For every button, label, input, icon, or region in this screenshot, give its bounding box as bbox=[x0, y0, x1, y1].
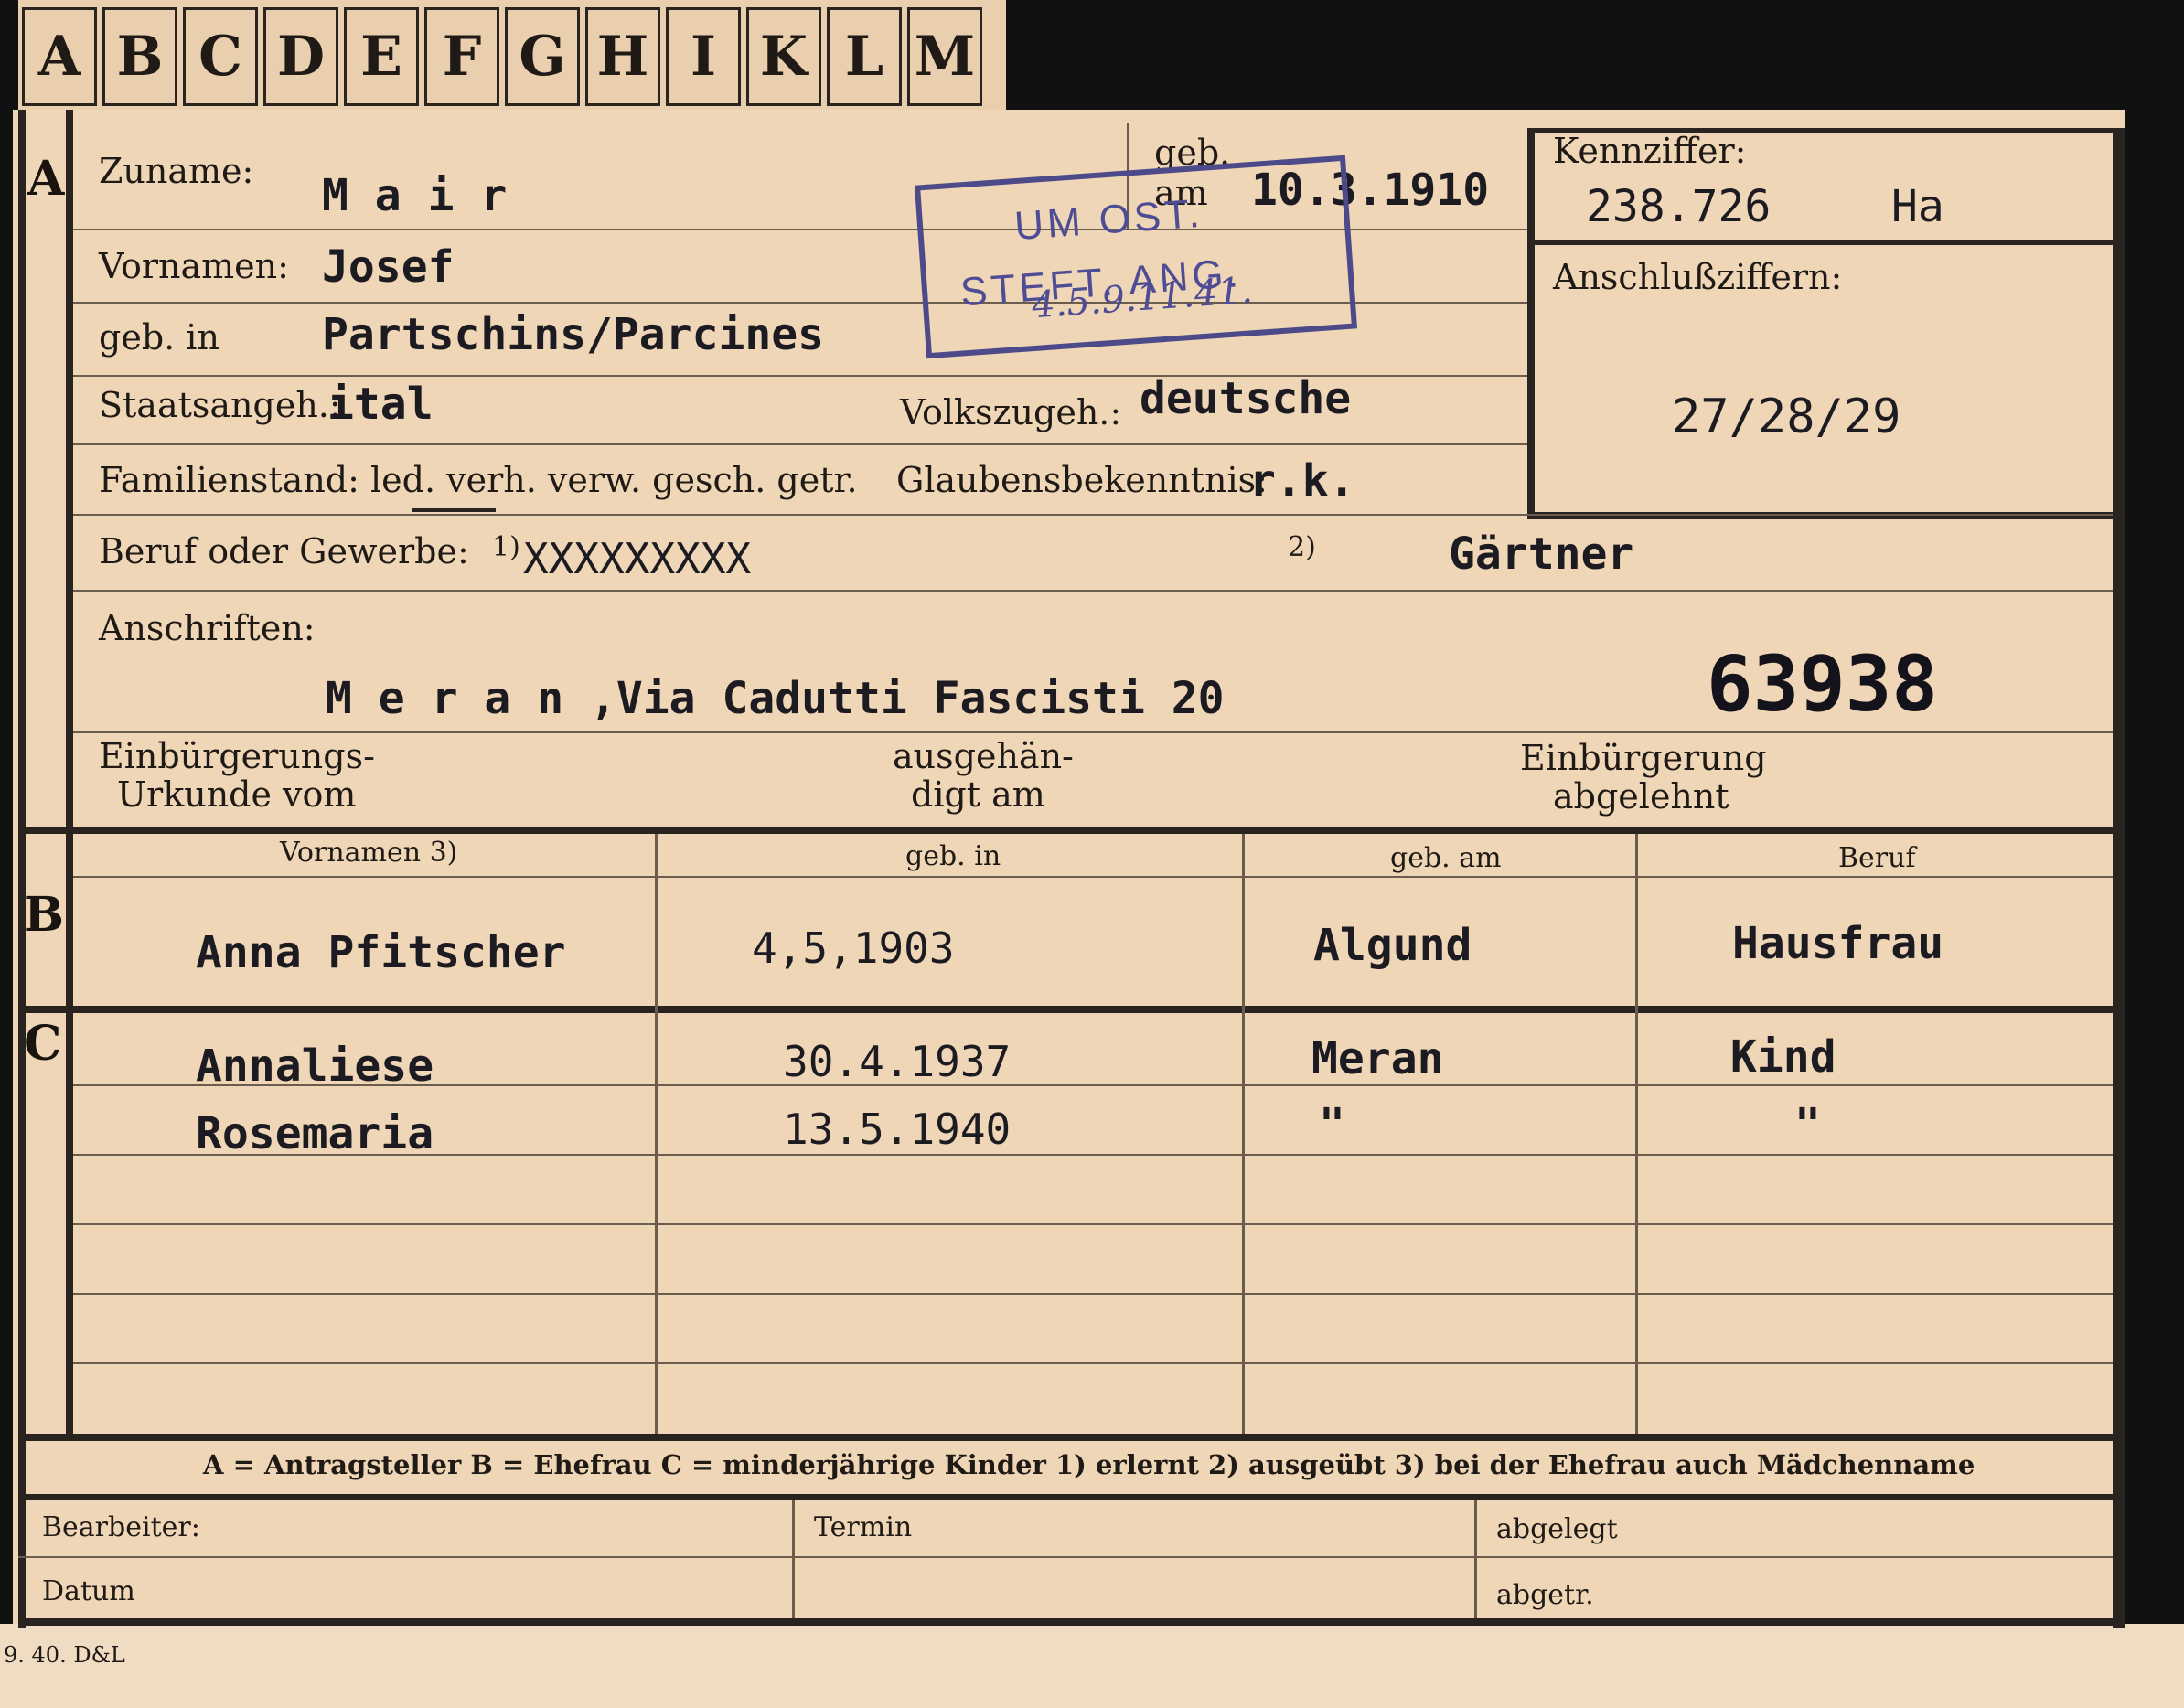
beruf-label: Beruf oder Gewerbe: bbox=[99, 531, 469, 571]
section-b-top bbox=[18, 827, 2113, 834]
familienstand-label: Familienstand: led. verh. verw. gesch. g… bbox=[99, 460, 858, 500]
col-div-2 bbox=[1242, 834, 1245, 1434]
footer-col-2 bbox=[1474, 1500, 1477, 1618]
staatsangeh-value: ital bbox=[327, 379, 434, 430]
row-rule-3 bbox=[73, 1223, 2113, 1225]
child-beruf: Kind bbox=[1730, 1031, 1836, 1083]
print-mark: 9. 40. D&L bbox=[4, 1642, 125, 1668]
header-rule bbox=[73, 876, 2113, 878]
row-rule-4 bbox=[73, 1293, 2113, 1295]
stamp-line-1: UM OST. bbox=[1012, 190, 1205, 250]
glauben-value: r.k. bbox=[1249, 455, 1355, 507]
table-bottom bbox=[18, 1434, 2113, 1441]
einb-abgelehnt-label-1: Einbürgerung bbox=[1520, 738, 1767, 778]
geb-in-label: geb. in bbox=[99, 317, 219, 358]
ausgehaen-label-1: ausgehän- bbox=[893, 736, 1074, 776]
col-div-1 bbox=[655, 834, 658, 1434]
tab-m: M bbox=[907, 7, 982, 106]
rule-a7 bbox=[73, 731, 2113, 733]
right-border bbox=[2113, 128, 2125, 1628]
legend: A = Antragsteller B = Ehefrau C = minder… bbox=[203, 1449, 1975, 1480]
col-header-beruf: Beruf bbox=[1838, 842, 1916, 874]
geb-in-value: Partschins/Parcines bbox=[322, 309, 825, 360]
tab-l: L bbox=[827, 7, 902, 106]
einb-urkunde-label-1: Einbürgerungs- bbox=[99, 736, 375, 776]
anschriften-label: Anschriften: bbox=[99, 608, 316, 648]
rule-a4 bbox=[73, 443, 1527, 445]
rule-a5 bbox=[73, 514, 2113, 516]
wife-name: Anna Pfitscher bbox=[196, 927, 566, 978]
tab-k: K bbox=[746, 7, 821, 106]
termin-label: Termin bbox=[814, 1511, 913, 1543]
child-beruf: " bbox=[1794, 1099, 1821, 1150]
col-header-geb-am: geb. am bbox=[1390, 842, 1502, 874]
ausgehaen-label-2: digt am bbox=[911, 774, 1045, 815]
section-marker-b: B bbox=[24, 887, 64, 943]
left-border bbox=[18, 110, 26, 1628]
volkszugeh-label: Volkszugeh.: bbox=[900, 392, 1122, 432]
footnote-1: 1) bbox=[492, 531, 520, 563]
wife-date: 4,5,1903 bbox=[752, 923, 955, 973]
kennziffer-label: Kennziffer: bbox=[1553, 131, 1747, 171]
anschluss-label: Anschlußziffern: bbox=[1553, 257, 1843, 297]
familienstand-underline-verh bbox=[412, 508, 496, 512]
einb-abgelehnt-label-2: abgelehnt bbox=[1553, 776, 1729, 817]
abgetr-label: abgetr. bbox=[1496, 1579, 1594, 1611]
beruf-value: Gärtner bbox=[1449, 528, 1634, 580]
footer-col-1 bbox=[792, 1500, 795, 1618]
tab-f: F bbox=[424, 7, 499, 106]
kennziffer-value: 238.726 bbox=[1586, 181, 1772, 232]
child-place: " bbox=[1319, 1099, 1345, 1150]
tab-e: E bbox=[344, 7, 419, 106]
footnote-2: 2) bbox=[1288, 531, 1316, 563]
anschrift-value: M e r a n ,Via Cadutti Fascisti 20 bbox=[326, 673, 1225, 724]
section-divider-vertical bbox=[66, 110, 73, 1436]
wife-place: Algund bbox=[1313, 920, 1472, 971]
registration-number: 63938 bbox=[1707, 639, 1938, 729]
col-header-vornamen: Vornamen 3) bbox=[280, 837, 458, 869]
footer-rule bbox=[18, 1556, 2113, 1558]
vornamen-value: Josef bbox=[322, 241, 455, 293]
tab-a: A bbox=[22, 7, 97, 106]
right-box-mid bbox=[1527, 240, 2122, 245]
col-div-3 bbox=[1635, 834, 1638, 1434]
zuname-value: M a i r bbox=[322, 170, 508, 221]
col-header-geb-in: geb. in bbox=[905, 840, 1001, 872]
child-place: Meran bbox=[1311, 1033, 1444, 1084]
beruf-struck-value: XXXXXXXXX bbox=[523, 534, 752, 583]
section-c-top bbox=[18, 1006, 2113, 1013]
wife-beruf: Hausfrau bbox=[1732, 918, 1944, 969]
einb-urkunde-label-2: Urkunde vom bbox=[117, 774, 357, 815]
kennziffer-suffix: Ha bbox=[1891, 181, 1944, 232]
section-marker-a: A bbox=[27, 151, 65, 207]
legend-bottom bbox=[18, 1494, 2113, 1500]
anschluss-value: 27/28/29 bbox=[1672, 390, 1901, 444]
stamp: UM OST. STEFT. ANG. bbox=[914, 155, 1358, 359]
section-marker-c: C bbox=[24, 1016, 62, 1072]
rule-a6 bbox=[73, 590, 2113, 592]
tab-g: G bbox=[505, 7, 580, 106]
card-bottom bbox=[18, 1618, 2122, 1626]
child-name: Rosemaria bbox=[196, 1108, 434, 1159]
tab-c: C bbox=[183, 7, 258, 106]
zuname-label: Zuname: bbox=[99, 151, 254, 191]
right-box-left bbox=[1527, 128, 1535, 519]
tab-b: B bbox=[102, 7, 177, 106]
bearbeiter-label: Bearbeiter: bbox=[42, 1511, 200, 1543]
child-date: 30.4.1937 bbox=[783, 1037, 1012, 1086]
datum-label: Datum bbox=[42, 1575, 135, 1607]
child-date: 13.5.1940 bbox=[783, 1105, 1012, 1154]
card-bottom-strip bbox=[0, 1624, 2184, 1708]
row-rule-5 bbox=[73, 1362, 2113, 1364]
tab-i: I bbox=[666, 7, 741, 106]
abgelegt-label: abgelegt bbox=[1496, 1513, 1618, 1545]
staatsangeh-label: Staatsangeh.: bbox=[99, 385, 341, 425]
vornamen-label: Vornamen: bbox=[99, 246, 289, 286]
glauben-label: Glaubensbekenntnis: bbox=[896, 460, 1268, 500]
volkszugeh-value: deutsche bbox=[1140, 373, 1352, 424]
tab-d: D bbox=[263, 7, 338, 106]
child-name: Annaliese bbox=[196, 1041, 434, 1092]
tab-h: H bbox=[585, 7, 660, 106]
